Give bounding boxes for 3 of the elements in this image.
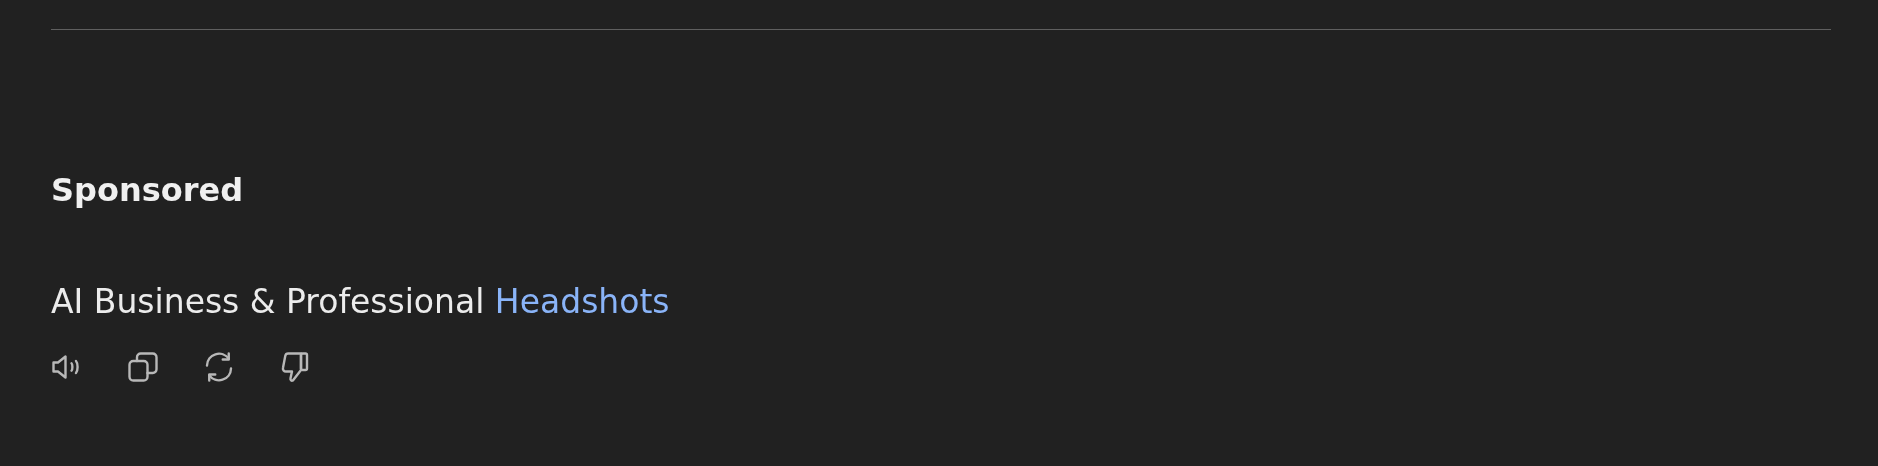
headshots-link[interactable]: Headshots bbox=[494, 282, 670, 321]
ad-text: AI Business & Professional Headshots bbox=[51, 281, 670, 323]
section-heading: Sponsored bbox=[51, 170, 244, 211]
